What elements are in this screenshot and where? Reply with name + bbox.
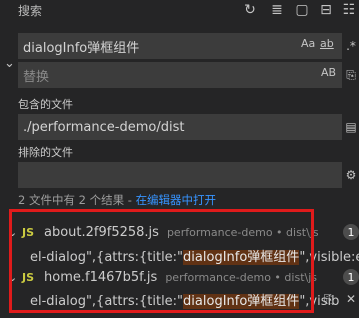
- results-summary-text: 2 文件中有 2 个结果 -: [18, 193, 136, 207]
- exclude-files-input[interactable]: [18, 162, 342, 188]
- view-as-tree-icon[interactable]: ☷: [339, 0, 359, 20]
- result-file: about.2f9f5258.js performance-demo • dist…: [44, 225, 319, 240]
- match-highlight: dialogInfo弹框组件: [183, 249, 300, 265]
- js-file-icon: JS: [22, 270, 35, 284]
- match-prefix: el-dialog",{attrs:{title:": [30, 249, 184, 265]
- include-files-input[interactable]: ./performance-demo/dist: [18, 114, 342, 140]
- include-files-label: 包含的文件: [18, 98, 73, 111]
- replace-input[interactable]: 替换 AB: [18, 62, 342, 88]
- result-count-badge: 1: [343, 269, 359, 285]
- toggle-replace-chevron-icon[interactable]: ⌄: [4, 56, 15, 71]
- collapse-all-icon[interactable]: ⊟: [316, 0, 336, 20]
- chevron-down-icon[interactable]: ⌄: [8, 226, 17, 239]
- use-exclude-settings-icon[interactable]: ⚙: [343, 164, 359, 186]
- result-file-row[interactable]: ⌄ JS about.2f9f5258.js performance-demo •…: [0, 221, 359, 243]
- search-results: ⌄ JS about.2f9f5258.js performance-demo •…: [0, 208, 359, 318]
- match-prefix: el-dialog",{attrs:{title:": [30, 293, 184, 309]
- preserve-case-toggle[interactable]: AB: [321, 66, 336, 79]
- replace-icon[interactable]: ⎘: [324, 292, 334, 307]
- new-search-editor-icon[interactable]: ▢: [292, 0, 312, 20]
- open-in-editor-link[interactable]: 在编辑器中打开: [136, 193, 217, 207]
- refresh-icon[interactable]: ↻: [240, 0, 260, 20]
- result-count-badge: 1: [343, 224, 359, 240]
- include-files-value: ./performance-demo/dist: [23, 119, 185, 135]
- panel-title: 搜索: [18, 4, 43, 18]
- result-match-line: el-dialog",{attrs:{title:"dialogInfo弹框组件…: [30, 246, 359, 265]
- match-suffix: ",visible:e.dialog: [299, 249, 359, 265]
- use-regex-toggle[interactable]: .*: [343, 35, 359, 57]
- results-summary: 2 文件中有 2 个结果 - 在编辑器中打开: [18, 192, 216, 208]
- result-file-name: about.2f9f5258.js: [44, 224, 159, 240]
- search-only-open-editors-icon[interactable]: ▤: [343, 116, 359, 138]
- search-input-value: dialogInfo弹框组件: [23, 40, 140, 56]
- js-file-icon: JS: [22, 225, 35, 239]
- chevron-down-icon[interactable]: ⌄: [8, 271, 17, 284]
- dismiss-icon[interactable]: ✕: [346, 292, 356, 306]
- result-file-row[interactable]: ⌄ JS home.f1467b5f.js performance-demo • …: [0, 266, 359, 288]
- exclude-files-label: 排除的文件: [18, 146, 73, 159]
- result-file-name: home.f1467b5f.js: [44, 269, 158, 285]
- match-case-toggle[interactable]: Aa: [301, 37, 315, 50]
- result-match-row[interactable]: el-dialog",{attrs:{title:"dialogInfo弹框组件…: [0, 288, 359, 310]
- replace-input-placeholder: 替换: [23, 69, 50, 85]
- result-file-path: performance-demo • dist\js: [166, 225, 319, 239]
- match-highlight: dialogInfo弹框组件: [183, 293, 300, 309]
- search-input[interactable]: dialogInfo弹框组件 Aa ab: [18, 33, 342, 59]
- result-match-row[interactable]: el-dialog",{attrs:{title:"dialogInfo弹框组件…: [0, 244, 359, 266]
- replace-all-icon[interactable]: ⎘: [343, 64, 359, 86]
- result-file: home.f1467b5f.js performance-demo • dist\…: [44, 270, 317, 285]
- clear-results-icon[interactable]: ≣: [267, 0, 287, 20]
- result-match-line: el-dialog",{attrs:{title:"dialogInfo弹框组件…: [30, 290, 339, 309]
- result-file-path: performance-demo • dist\js: [165, 270, 317, 284]
- match-whole-word-toggle[interactable]: ab: [320, 37, 334, 50]
